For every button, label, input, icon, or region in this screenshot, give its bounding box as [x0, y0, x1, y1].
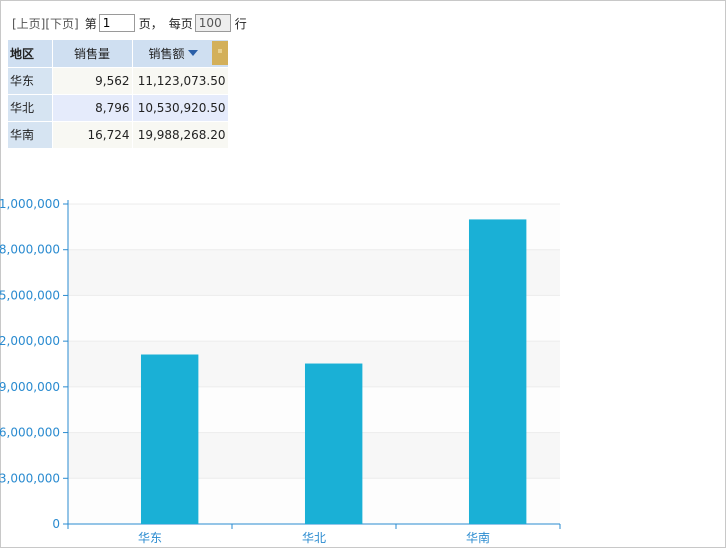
x-tick-label: 华北 — [302, 531, 326, 545]
bar-0 — [140, 354, 199, 524]
y-tick-label: 0 — [52, 517, 60, 531]
sales-table: 地区 销售量 销售额 华东 9,562 11,123,073.50 华北 8,7… — [8, 40, 229, 149]
header-region[interactable]: 地区 — [8, 40, 53, 68]
table-row: 华南 16,724 19,988,268.20 — [8, 121, 229, 149]
row-amount: 19,988,268.20 — [132, 121, 229, 149]
x-tick-label: 华南 — [466, 530, 490, 545]
page-suffix-label: 页， — [138, 16, 163, 31]
rows-suffix-label: 行 — [234, 16, 247, 31]
y-tick-label: 21,000,000 — [0, 197, 60, 211]
bar-2 — [468, 219, 527, 524]
table-row: 华北 8,796 10,530,920.50 — [8, 94, 229, 122]
row-quantity: 9,562 — [52, 67, 133, 95]
row-region: 华北 — [8, 94, 53, 122]
row-region: 华南 — [8, 121, 53, 149]
bar-1 — [304, 363, 363, 524]
row-quantity: 16,724 — [52, 121, 133, 149]
y-tick-label: 15,000,000 — [0, 288, 60, 302]
pagination-bar: [上页] [下页] 第 页， 每页 行 — [12, 12, 247, 34]
y-tick-label: 6,000,000 — [0, 426, 60, 440]
x-tick-label: 华东 — [138, 531, 162, 545]
rows-per-page-input[interactable] — [194, 14, 231, 32]
row-quantity: 8,796 — [52, 94, 133, 122]
rows-prefix-label: 每页 — [168, 16, 193, 31]
row-amount: 11,123,073.50 — [132, 67, 229, 95]
table-row: 华东 9,562 11,123,073.50 — [8, 67, 229, 95]
y-tick-label: 12,000,000 — [0, 334, 60, 348]
row-region: 华东 — [8, 67, 53, 95]
sort-descending-icon[interactable] — [187, 49, 198, 56]
table-header-row: 地区 销售量 销售额 — [8, 40, 229, 68]
sales-bar-chart: 0 3,000,000 6,000,000 9,000,000 12,000,000 15… — [0, 197, 561, 545]
next-page-link[interactable]: [下页] — [45, 15, 78, 32]
y-tick-label: 18,000,000 — [0, 243, 60, 257]
column-menu-icon[interactable] — [211, 41, 228, 65]
y-tick-label: 3,000,000 — [0, 471, 60, 485]
page-prefix-label: 第 — [84, 16, 97, 31]
row-amount: 10,530,920.50 — [132, 94, 229, 122]
prev-page-link[interactable]: [上页] — [12, 15, 45, 32]
header-amount[interactable]: 销售额 — [132, 40, 229, 68]
y-tick-label: 9,000,000 — [0, 380, 60, 394]
header-quantity[interactable]: 销售量 — [52, 40, 133, 68]
page-number-input[interactable] — [98, 14, 135, 32]
